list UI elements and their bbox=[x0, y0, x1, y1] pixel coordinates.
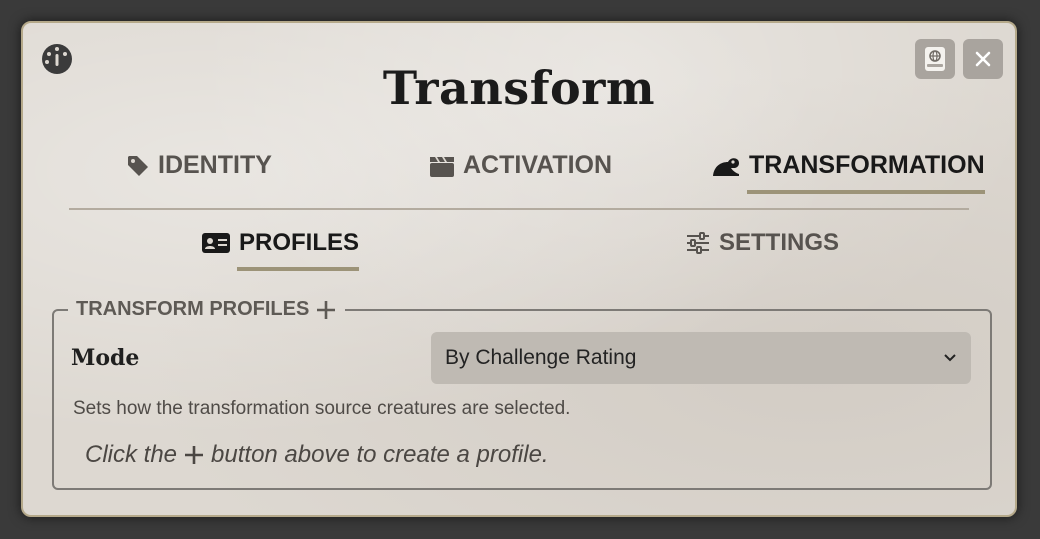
tab-settings[interactable]: SETTINGS bbox=[685, 229, 839, 257]
tab-identity[interactable]: IDENTITY bbox=[126, 151, 272, 180]
tab-label: PROFILES bbox=[239, 229, 360, 256]
tag-icon bbox=[128, 155, 148, 176]
main-tabs: IDENTITY ACTIVATION TRANSFORMATION bbox=[23, 151, 1015, 194]
frog-icon bbox=[713, 157, 739, 176]
mode-select-value: By Challenge Rating bbox=[445, 346, 637, 369]
active-tab-underline bbox=[747, 190, 985, 194]
plus-icon bbox=[317, 300, 336, 319]
dialog-title: Transform bbox=[382, 61, 656, 115]
tab-label: ACTIVATION bbox=[463, 151, 613, 179]
clapperboard-icon bbox=[430, 156, 454, 177]
add-profile-button[interactable] bbox=[315, 299, 337, 321]
tab-label: SETTINGS bbox=[719, 229, 840, 256]
tab-label: IDENTITY bbox=[158, 151, 272, 179]
transform-dialog: Transform IDENTITY ACTIVATION TRANSFORMA… bbox=[21, 21, 1017, 517]
empty-message-suffix: button above to create a profile. bbox=[211, 441, 549, 468]
empty-profiles-message: Click the button above to create a profi… bbox=[85, 441, 549, 469]
section-legend: TRANSFORM PROFILES bbox=[68, 298, 345, 321]
mode-label: Mode bbox=[71, 345, 140, 371]
tab-activation[interactable]: ACTIVATION bbox=[429, 151, 612, 180]
mode-hint: Sets how the transformation source creat… bbox=[73, 398, 571, 419]
sliders-icon bbox=[687, 232, 709, 254]
empty-message-prefix: Click the bbox=[85, 441, 178, 468]
chevron-down-icon bbox=[944, 354, 956, 362]
tab-profiles[interactable]: PROFILES bbox=[201, 229, 360, 271]
active-subtab-underline bbox=[237, 267, 360, 271]
tab-label: TRANSFORMATION bbox=[749, 151, 985, 179]
tab-transformation[interactable]: TRANSFORMATION bbox=[711, 151, 985, 194]
tab-divider bbox=[69, 208, 969, 210]
sub-tabs: PROFILES SETTINGS bbox=[23, 229, 1015, 271]
legend-label: TRANSFORM PROFILES bbox=[76, 298, 310, 320]
plus-icon bbox=[185, 446, 204, 464]
id-card-icon bbox=[202, 233, 230, 253]
mode-select[interactable]: By Challenge Rating bbox=[431, 332, 971, 384]
